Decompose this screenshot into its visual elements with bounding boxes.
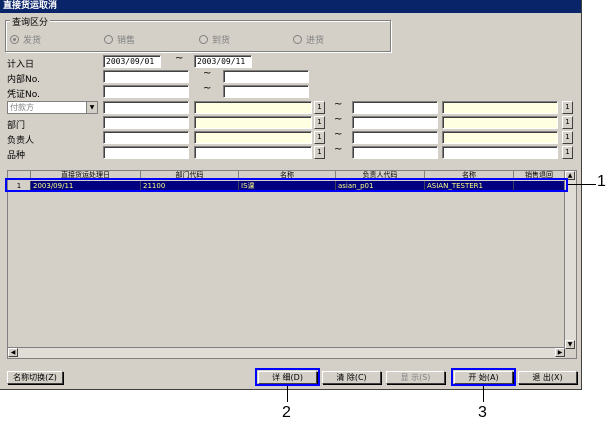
item-to-search-button[interactable]: 1 (562, 146, 573, 159)
radio-dot-icon (10, 35, 19, 44)
person-from-search-button[interactable]: 1 (314, 131, 325, 144)
callout-2: 2 (282, 404, 291, 421)
dept-to-search-button[interactable]: 1 (562, 116, 573, 129)
payer-from-search-button[interactable]: 1 (314, 101, 325, 114)
callout-leader-2 (287, 386, 288, 402)
callout-leader-1 (568, 184, 596, 185)
scroll-right-icon[interactable]: ▶ (555, 348, 565, 357)
voucher-no-from-input[interactable] (103, 85, 189, 98)
dept-from-name-field (194, 116, 312, 129)
display-button: 显 示(S) (386, 371, 445, 384)
internal-no-from-input[interactable] (103, 70, 189, 83)
dept-to-code-input[interactable] (352, 116, 438, 129)
range-tilde: ~ (334, 144, 343, 155)
scroll-down-icon[interactable]: ▼ (565, 340, 575, 349)
row-highlight-box (5, 178, 568, 192)
payer-to-search-button[interactable]: 1 (562, 101, 573, 114)
internal-no-label: 内部No. (7, 75, 40, 85)
radio-dot-icon (199, 35, 208, 44)
entry-date-from-input[interactable]: 2003/09/01 (103, 55, 161, 68)
payer-to-code-input[interactable] (352, 101, 438, 114)
person-to-code-input[interactable] (352, 131, 438, 144)
query-type-group: 查询区分 发货 销售 到货 进货 (5, 15, 391, 52)
dept-label: 部门 (7, 121, 26, 131)
internal-no-to-input[interactable] (223, 70, 309, 83)
person-to-search-button[interactable]: 1 (562, 131, 573, 144)
callout-leader-3 (483, 386, 484, 402)
person-from-code-input[interactable] (103, 131, 189, 144)
item-label: 品种 (7, 151, 26, 161)
clear-button[interactable]: 清 除(C) (322, 371, 381, 384)
dept-from-code-input[interactable] (103, 116, 189, 129)
callout-1: 1 (597, 173, 606, 190)
item-from-name-field (194, 146, 312, 159)
range-tilde: ~ (203, 68, 212, 79)
dept-from-search-button[interactable]: 1 (314, 116, 325, 129)
detail-highlight-box (255, 368, 320, 386)
payer-from-name-field (194, 101, 312, 114)
entry-date-label: 计入日 (7, 60, 35, 70)
payer-combo[interactable]: 付款方 ▼ (7, 101, 98, 114)
radio-dot-icon (104, 35, 113, 44)
voucher-no-to-input[interactable] (223, 85, 309, 98)
grid-horizontal-scrollbar[interactable]: ◀ ▶ (8, 347, 565, 358)
query-type-group-title: 查询区分 (10, 15, 51, 28)
radio-dot-icon (293, 35, 302, 44)
chevron-down-icon[interactable]: ▼ (86, 102, 97, 113)
person-label: 负责人 (7, 136, 35, 146)
item-from-code-input[interactable] (103, 146, 189, 159)
callout-3: 3 (478, 404, 487, 421)
scroll-left-icon[interactable]: ◀ (8, 348, 18, 357)
main-window: 直接货运取消 查询区分 发货 销售 到货 进货 计入日 2003/09/01 ~… (0, 0, 582, 390)
payer-from-code-input[interactable] (103, 101, 189, 114)
range-tilde: ~ (175, 53, 184, 64)
radio-sales[interactable]: 销售 (104, 33, 135, 46)
radio-arrival[interactable]: 到货 (199, 33, 230, 46)
radio-purchase[interactable]: 进货 (293, 33, 324, 46)
person-from-name-field (194, 131, 312, 144)
dept-to-name-field (442, 116, 558, 129)
exit-button[interactable]: 退 出(X) (518, 371, 577, 384)
grid-body (8, 191, 565, 349)
voucher-no-label: 凭证No. (7, 90, 40, 100)
radio-shipping[interactable]: 发货 (10, 33, 41, 46)
range-tilde: ~ (334, 99, 343, 110)
entry-date-to-input[interactable]: 2003/09/11 (194, 55, 252, 68)
range-tilde: ~ (334, 114, 343, 125)
person-to-name-field (442, 131, 558, 144)
payer-to-name-field (442, 101, 558, 114)
name-switch-button[interactable]: 名称切换(Z) (7, 371, 63, 384)
grid-vertical-scrollbar[interactable]: ▲ ▼ (564, 171, 576, 349)
item-from-search-button[interactable]: 1 (314, 146, 325, 159)
item-to-name-field (442, 146, 558, 159)
range-tilde: ~ (334, 129, 343, 140)
range-tilde: ~ (203, 83, 212, 94)
start-highlight-box (451, 368, 516, 386)
results-grid[interactable]: 直接货运处理日 部门代码 名称 负责人代码 名称 销售退回 1 2003/09/… (7, 170, 577, 359)
window-title: 直接货运取消 (0, 0, 581, 13)
item-to-code-input[interactable] (352, 146, 438, 159)
